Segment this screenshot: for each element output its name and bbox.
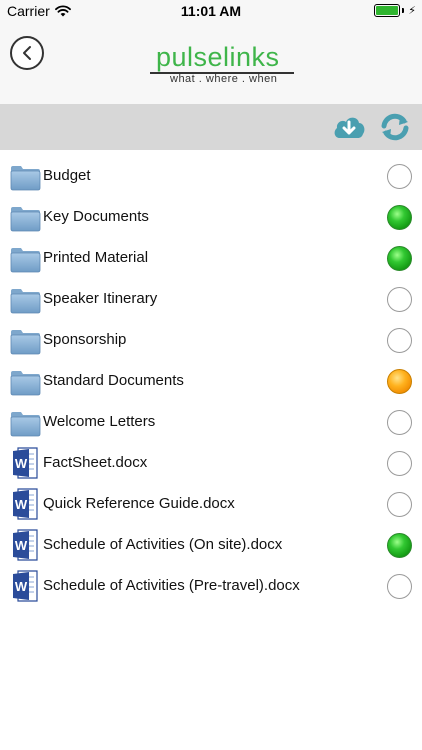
folder-icon bbox=[10, 203, 41, 232]
logo-tagline: what . where . when bbox=[170, 73, 278, 85]
battery-level bbox=[376, 6, 399, 15]
status-indicator[interactable] bbox=[387, 492, 412, 517]
status-indicator[interactable] bbox=[387, 451, 412, 476]
refresh-icon bbox=[381, 113, 409, 141]
download-icon bbox=[334, 117, 365, 138]
list-item[interactable]: Standard Documents bbox=[0, 361, 422, 402]
app-header: pulselinks what . where . when bbox=[0, 22, 422, 104]
folder-icon bbox=[10, 285, 41, 314]
refresh-button[interactable] bbox=[378, 111, 412, 143]
file-list: Budget Key Documents Printed Material Sp… bbox=[0, 156, 422, 607]
list-item[interactable]: Speaker Itinerary bbox=[0, 279, 422, 320]
list-item[interactable]: W Schedule of Activities (On site).docx bbox=[0, 525, 422, 566]
item-label: Schedule of Activities (Pre-travel).docx bbox=[43, 577, 300, 594]
status-time: 11:01 AM bbox=[180, 3, 242, 19]
item-label: Key Documents bbox=[43, 208, 149, 225]
item-label: Printed Material bbox=[43, 249, 149, 266]
status-indicator[interactable] bbox=[387, 410, 412, 435]
item-label: FactSheet.docx bbox=[43, 454, 148, 471]
battery-cap bbox=[402, 8, 405, 13]
status-indicator[interactable] bbox=[387, 287, 412, 312]
status-right: ⚡ bbox=[374, 4, 416, 17]
toolbar bbox=[0, 104, 422, 150]
list-item[interactable]: Budget bbox=[0, 156, 422, 197]
folder-icon bbox=[10, 408, 41, 437]
list-item[interactable]: Welcome Letters bbox=[0, 402, 422, 443]
list-item[interactable]: W FactSheet.docx bbox=[0, 443, 422, 484]
folder-icon bbox=[10, 367, 41, 396]
status-indicator[interactable] bbox=[387, 369, 412, 394]
svg-text:W: W bbox=[15, 497, 28, 512]
svg-text:W: W bbox=[15, 579, 28, 594]
status-indicator[interactable] bbox=[387, 328, 412, 353]
folder-icon bbox=[10, 326, 41, 355]
logo-main: pulselinks bbox=[156, 42, 280, 72]
status-bar: Carrier 11:01 AM ⚡ bbox=[0, 0, 422, 22]
item-label: Schedule of Activities (On site).docx bbox=[43, 536, 283, 553]
charging-icon: ⚡ bbox=[408, 5, 416, 17]
status-indicator[interactable] bbox=[387, 164, 412, 189]
list-item[interactable]: Sponsorship bbox=[0, 320, 422, 361]
list-item[interactable]: Key Documents bbox=[0, 197, 422, 238]
status-indicator[interactable] bbox=[387, 533, 412, 558]
folder-icon bbox=[10, 244, 41, 273]
item-label: Standard Documents bbox=[43, 372, 184, 389]
list-item[interactable]: Printed Material bbox=[0, 238, 422, 279]
word-doc-icon: W bbox=[10, 529, 41, 561]
back-button[interactable] bbox=[10, 36, 44, 70]
download-button[interactable] bbox=[332, 111, 366, 143]
battery-icon bbox=[374, 4, 401, 17]
folder-icon bbox=[10, 162, 41, 191]
app-logo: pulselinks what . where . when bbox=[150, 42, 294, 86]
chevron-left-icon bbox=[23, 46, 31, 60]
item-label: Welcome Letters bbox=[43, 413, 156, 430]
list-item[interactable]: W Schedule of Activities (Pre-travel).do… bbox=[0, 566, 422, 607]
item-label: Budget bbox=[43, 167, 91, 184]
list-item[interactable]: W Quick Reference Guide.docx bbox=[0, 484, 422, 525]
word-doc-icon: W bbox=[10, 488, 41, 520]
status-indicator[interactable] bbox=[387, 205, 412, 230]
word-doc-icon: W bbox=[10, 447, 41, 479]
word-doc-icon: W bbox=[10, 570, 41, 602]
item-label: Quick Reference Guide.docx bbox=[43, 495, 235, 512]
item-label: Sponsorship bbox=[43, 331, 127, 348]
svg-text:W: W bbox=[15, 538, 28, 553]
status-indicator[interactable] bbox=[387, 246, 412, 271]
status-indicator[interactable] bbox=[387, 574, 412, 599]
item-label: Speaker Itinerary bbox=[43, 290, 158, 307]
svg-text:W: W bbox=[15, 456, 28, 471]
